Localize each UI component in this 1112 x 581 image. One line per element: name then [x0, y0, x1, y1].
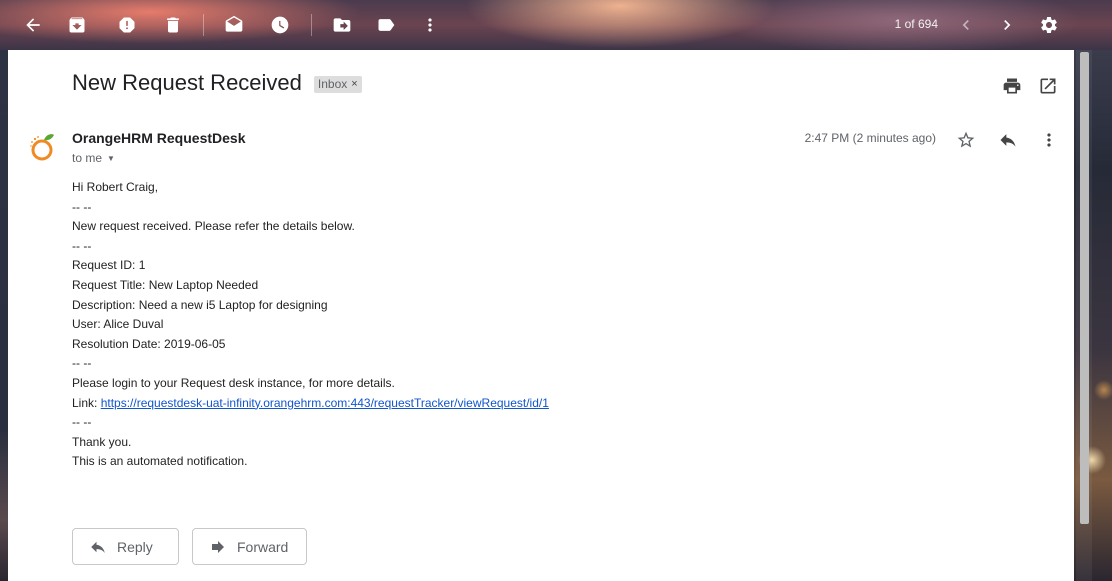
star-button[interactable]: [954, 128, 978, 152]
toolbar-divider: [311, 14, 312, 36]
body-resolution-date: Resolution Date: 2019-06-05: [72, 336, 226, 351]
sender-avatar: [26, 130, 60, 164]
body-request-id: Request ID: 1: [72, 258, 146, 273]
link-label: Link:: [72, 395, 101, 410]
body-separator: -- --: [72, 415, 92, 430]
body-request-title: Request Title: New Laptop Needed: [72, 277, 259, 292]
body-separator: -- --: [72, 238, 92, 253]
label-chip-text: Inbox: [317, 76, 348, 91]
settings-button[interactable]: [1034, 10, 1064, 40]
star-outline-icon: [957, 131, 975, 148]
email-timestamp: 2:47 PM (2 minutes ago): [804, 131, 936, 145]
snooze-button[interactable]: [265, 10, 295, 40]
email-subject: New Request Received: [72, 70, 302, 95]
chevron-left-icon: [962, 20, 969, 30]
forward-button-label: Forward: [237, 538, 289, 555]
labels-button[interactable]: [371, 10, 401, 40]
sender-name: OrangeHRM RequestDesk: [72, 130, 246, 146]
wallpaper-left-strip: [0, 50, 8, 581]
toolbar-divider: [203, 14, 204, 36]
message-counter: 1 of 694: [894, 17, 938, 31]
spam-icon: [119, 17, 135, 33]
forward-icon: [212, 540, 224, 553]
body-greeting: Hi Robert Craig,: [72, 180, 159, 194]
back-button[interactable]: [18, 10, 48, 40]
report-spam-button[interactable]: [112, 10, 142, 40]
body-thanks: Thank you.: [72, 434, 132, 449]
older-button[interactable]: [992, 10, 1022, 40]
body-automated-note: This is an automated notification.: [72, 454, 248, 469]
more-vert-icon: [1047, 133, 1051, 147]
newer-button[interactable]: [951, 10, 981, 40]
body-separator: -- --: [72, 199, 92, 214]
body-user: User: Alice Duval: [72, 317, 164, 332]
body-login-note: Please login to your Request desk instan…: [72, 375, 395, 390]
message-more-button[interactable]: [1037, 128, 1061, 152]
body-link-line: Link: https://requestdesk-uat-infinity.o…: [72, 394, 772, 414]
archive-button[interactable]: [62, 10, 92, 40]
body-separator: -- --: [72, 356, 92, 371]
body-description: Description: Need a new i5 Laptop for de…: [72, 297, 328, 312]
archive-icon: [69, 17, 85, 33]
email-view: New Request Received Inbox × OrangeHRM R…: [8, 50, 1074, 581]
trash-icon: [167, 17, 179, 33]
delete-button[interactable]: [158, 10, 188, 40]
more-button[interactable]: [415, 10, 445, 40]
request-link[interactable]: https://requestdesk-uat-infinity.orangeh…: [101, 396, 549, 410]
subject-row: New Request Received Inbox ×: [72, 70, 362, 96]
print-button[interactable]: [1000, 74, 1024, 98]
chevron-down-icon: ▼: [107, 153, 115, 163]
body-intro: New request received. Please refer the d…: [72, 219, 355, 234]
label-chip-inbox: Inbox ×: [313, 75, 362, 93]
move-to-button[interactable]: [327, 10, 357, 40]
forward-button[interactable]: Forward: [192, 528, 307, 565]
label-icon: [378, 19, 395, 31]
move-to-folder-icon: [333, 18, 351, 32]
scrollbar-thumb[interactable]: [1080, 52, 1089, 524]
remove-label-button[interactable]: ×: [351, 78, 357, 90]
gear-icon: [1041, 17, 1057, 33]
reply-icon: [1000, 134, 1016, 147]
arrow-left-icon: [26, 18, 40, 32]
recipient-text: to me: [72, 151, 103, 165]
reply-icon: [91, 541, 105, 553]
mail-toolbar: 1 of 694: [0, 0, 1112, 50]
open-in-new-window-button[interactable]: [1036, 74, 1060, 98]
orangehrm-logo-icon: [30, 134, 54, 161]
email-body: Hi Robert Craig, -- -- New request recei…: [72, 178, 772, 472]
reply-button[interactable]: Reply: [72, 528, 179, 565]
recipient-details-toggle[interactable]: to me ▼: [72, 151, 115, 165]
mark-unread-button[interactable]: [219, 10, 249, 40]
clock-icon: [271, 16, 289, 34]
reply-icon-button[interactable]: [996, 128, 1020, 152]
mark-unread-icon: [225, 15, 243, 32]
chevron-right-icon: [1004, 20, 1011, 30]
print-icon: [1003, 78, 1021, 94]
open-in-new-icon: [1040, 78, 1056, 94]
more-vert-icon: [428, 18, 432, 32]
reply-button-label: Reply: [117, 538, 153, 555]
